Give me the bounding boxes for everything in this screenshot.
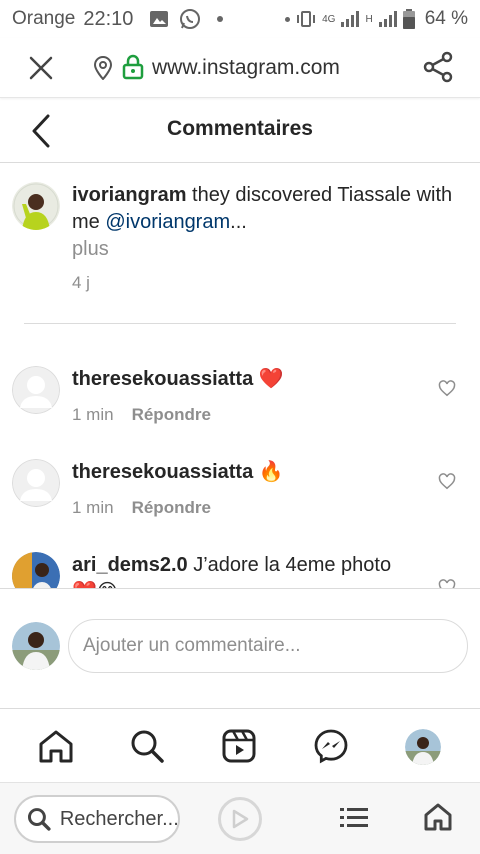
nav-search[interactable] [128, 727, 166, 765]
browser-search-button[interactable]: Rechercher... [14, 795, 180, 843]
play-icon [232, 809, 249, 829]
caption-mention[interactable]: @ivoriangram [105, 211, 230, 233]
nav-profile-avatar[interactable] [405, 729, 441, 765]
signal-icon [341, 11, 360, 27]
comment-input[interactable] [68, 619, 468, 673]
avatar [12, 622, 60, 670]
heart-outline-icon[interactable] [438, 473, 456, 490]
comment-item: theresekouassiatta 🔥 1 min Répondre [12, 459, 468, 539]
lock-icon [122, 54, 144, 80]
caption-username[interactable]: ivoriangram [72, 184, 186, 206]
comment-time: 1 min [72, 498, 114, 517]
close-icon[interactable] [28, 55, 54, 81]
gallery-icon [150, 11, 169, 27]
heart-outline-icon[interactable] [438, 380, 456, 397]
network-type-secondary: H [365, 13, 373, 25]
share-icon[interactable] [422, 51, 454, 83]
signal-icon [378, 11, 397, 27]
avatar[interactable] [12, 182, 60, 230]
bottom-navigation [0, 708, 480, 782]
battery-icon [402, 9, 415, 29]
comment-text: J’adore la 4eme photo [187, 554, 392, 576]
home-icon[interactable] [424, 803, 452, 831]
comment-username[interactable]: theresekouassiatta [72, 368, 253, 390]
location-pin-icon [94, 56, 112, 80]
dot-icon [285, 16, 291, 22]
search-icon [131, 730, 164, 763]
nav-messenger[interactable] [312, 727, 350, 765]
status-bar: Orange 22:10 4G H 64 % [0, 0, 480, 38]
network-type: 4G [322, 13, 336, 25]
caption-age: 4 j [72, 273, 90, 292]
avatar[interactable] [12, 366, 60, 414]
browser-bottom-bar: Rechercher... [0, 782, 480, 854]
home-icon [39, 730, 73, 763]
comment-text: 🔥 [253, 461, 284, 483]
comment-emoji: ❤️😊 [72, 581, 118, 588]
reply-button[interactable]: Répondre [132, 405, 211, 425]
comments-header: Commentaires [0, 98, 480, 163]
comment-item: theresekouassiatta ❤️ 1 min Répondre [12, 366, 468, 446]
browser-search-label: Rechercher... [59, 807, 178, 830]
comment-text: ❤️ [253, 368, 284, 390]
add-comment-bar [0, 588, 480, 708]
play-button[interactable] [218, 797, 262, 841]
notification-icons [149, 8, 224, 30]
avatar[interactable] [12, 552, 60, 588]
carrier-name: Orange [12, 8, 76, 29]
vibrate-icon [297, 11, 316, 27]
comment-item: ari_dems2.0 J’adore la 4eme photo ❤️😊 [12, 552, 468, 588]
system-indicators: 4G H 64 % [285, 8, 468, 30]
heart-outline-icon[interactable] [438, 579, 456, 588]
whatsapp-icon [180, 9, 201, 29]
messenger-icon [314, 729, 348, 764]
search-icon [27, 808, 51, 831]
url-text[interactable]: www.instagram.com [152, 56, 340, 80]
battery-level: 64 % [424, 8, 468, 29]
comment-list: theresekouassiatta ❤️ 1 min Répondre the… [0, 324, 480, 588]
comment-username[interactable]: ari_dems2.0 [72, 554, 188, 576]
reels-icon [222, 729, 256, 763]
page-title: Commentaires [167, 117, 313, 140]
status-time: 22:10 [83, 7, 134, 30]
menu-list-icon[interactable] [340, 807, 368, 829]
avatar[interactable] [12, 459, 60, 507]
comment-time: 1 min [72, 405, 114, 424]
dot-icon [217, 16, 224, 22]
nav-reels[interactable] [220, 727, 258, 765]
nav-home[interactable] [37, 727, 75, 765]
more-link[interactable]: plus [72, 236, 472, 263]
browser-url-bar: www.instagram.com [0, 38, 480, 98]
comment-username[interactable]: theresekouassiatta [72, 461, 253, 483]
reply-button[interactable]: Répondre [132, 498, 211, 518]
caption-text: ivoriangram they discovered Tiassale wit… [72, 182, 472, 236]
caption-ellipsis: ... [230, 211, 247, 233]
